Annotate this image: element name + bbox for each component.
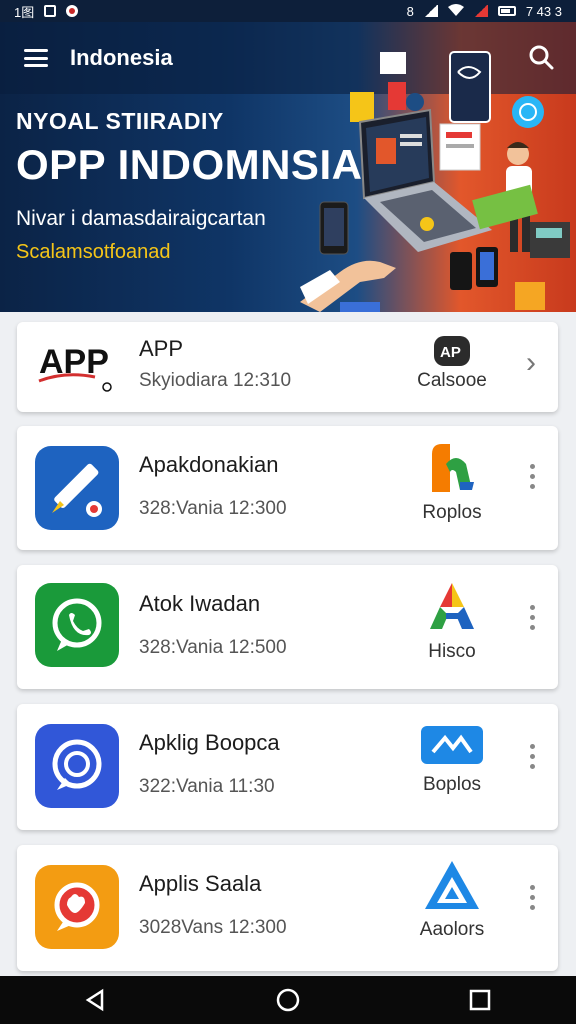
hero-title: OPP INDOMNSIA bbox=[16, 141, 363, 188]
app-name: Atok Iwadan bbox=[139, 591, 261, 616]
app-card-apakdonakian[interactable]: Apakdonakian 328:Vania 12:300 Roplos bbox=[17, 426, 558, 550]
more-vert-icon[interactable] bbox=[530, 885, 536, 910]
notification-dot-icon bbox=[66, 5, 79, 17]
pencil-app-icon bbox=[35, 446, 119, 530]
app-badge: Aaolors bbox=[417, 859, 487, 941]
wifi-icon bbox=[447, 3, 464, 19]
more-vert-icon[interactable] bbox=[530, 605, 536, 630]
notification-square-icon bbox=[44, 5, 57, 17]
system-nav-bar bbox=[0, 976, 576, 1024]
hero-subtitle: NYOAL STIIRADIY bbox=[16, 108, 224, 134]
app-meta: Skyiodiara 12:310 bbox=[139, 370, 292, 391]
app-card-applis-saala[interactable]: Applis Saala 3028Vans 12:300 Aaolors bbox=[17, 845, 558, 971]
status-left-text: 1图 bbox=[14, 4, 35, 20]
badge-label: Roplos bbox=[422, 502, 482, 523]
hero-tagline: Scalamsotfoanad bbox=[16, 241, 171, 263]
app-card-atok-iwadan[interactable]: Atok Iwadan 328:Vania 12:500 Hisco bbox=[17, 565, 558, 689]
app-card-app[interactable]: APP APP Skyiodiara 12:310 AP Calsooe › bbox=[17, 322, 558, 412]
app-meta: 3028Vans 12:300 bbox=[139, 917, 287, 938]
orange-chat-icon bbox=[35, 865, 119, 949]
signal-icon bbox=[423, 5, 438, 17]
blue-triangle-icon bbox=[425, 861, 479, 909]
recents-square-icon[interactable] bbox=[460, 980, 500, 1020]
app-meta: 322:Vania 11:30 bbox=[139, 776, 275, 797]
ap-badge-icon: AP bbox=[434, 336, 470, 366]
badge-label: Calsooe bbox=[417, 370, 487, 391]
hero-banner: Indonesia NYOAL STIIRADIY OPP INDOMNSIA … bbox=[0, 22, 576, 312]
hero-text: NYOAL STIIRADIY OPP INDOMNSIA Nivar i da… bbox=[16, 108, 362, 264]
status-right-text: 8 bbox=[406, 3, 414, 19]
more-vert-icon[interactable] bbox=[530, 744, 536, 769]
home-circle-icon[interactable] bbox=[268, 980, 308, 1020]
signal-strength-icon bbox=[473, 5, 488, 17]
app-name: Apakdonakian bbox=[139, 452, 279, 477]
blue-card-icon bbox=[421, 726, 483, 764]
svg-text:AP: AP bbox=[440, 344, 461, 361]
badge-label: Boplos bbox=[422, 774, 482, 795]
menu-icon[interactable] bbox=[24, 49, 48, 67]
orange-green-logo-icon bbox=[432, 444, 474, 492]
app-bar-title: Indonesia bbox=[70, 45, 173, 70]
status-time: 7 43 3 bbox=[525, 3, 562, 19]
chevron-right-icon[interactable]: › bbox=[526, 346, 536, 380]
badge-label: Aaolors bbox=[419, 919, 485, 940]
app-name: Applis Saala bbox=[139, 871, 262, 896]
app-badge: Hisco bbox=[417, 581, 487, 663]
status-bar: 1图 8 7 43 3 bbox=[0, 0, 576, 22]
app-logo-icon: APP bbox=[35, 325, 119, 409]
status-right: 8 7 43 3 bbox=[406, 3, 562, 19]
app-badge: Roplos bbox=[417, 442, 487, 524]
app-list: APP APP Skyiodiara 12:310 AP Calsooe › A… bbox=[0, 312, 576, 976]
chat-bubble-icon bbox=[35, 724, 119, 808]
whatsapp-icon bbox=[35, 583, 119, 667]
app-badge: AP Calsooe bbox=[417, 336, 487, 392]
app-meta: 328:Vania 12:300 bbox=[139, 498, 287, 519]
hero-description: Nivar i damasdairaigcartan bbox=[16, 207, 266, 230]
app-name: Apklig Boopca bbox=[139, 730, 280, 755]
battery-icon bbox=[497, 6, 516, 16]
status-left: 1图 bbox=[14, 2, 79, 21]
multicolor-a-icon bbox=[430, 583, 474, 629]
app-meta: 328:Vania 12:500 bbox=[139, 637, 287, 658]
app-name: APP bbox=[139, 336, 184, 361]
more-vert-icon[interactable] bbox=[530, 464, 536, 489]
badge-label: Hisco bbox=[428, 641, 476, 662]
app-badge: Boplos bbox=[417, 724, 487, 796]
back-triangle-icon[interactable] bbox=[76, 980, 116, 1020]
app-card-apklig-boopca[interactable]: Apklig Boopca 322:Vania 11:30 Boplos bbox=[17, 704, 558, 830]
